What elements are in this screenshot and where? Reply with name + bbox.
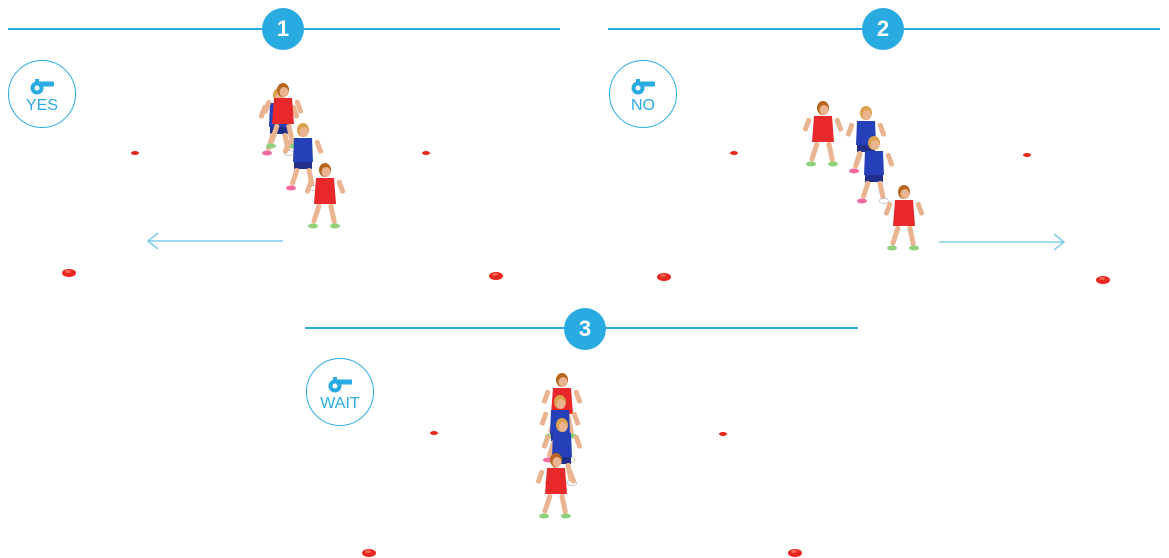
- cone-marker: [362, 549, 376, 557]
- cone-marker: [657, 273, 671, 281]
- arrow-left-icon: [146, 232, 283, 250]
- cone-marker: [719, 432, 727, 436]
- cone-marker: [489, 272, 503, 280]
- cone-marker: [62, 269, 76, 277]
- cone-marker: [422, 151, 430, 155]
- player-figure: [883, 185, 925, 251]
- drill-diagram: 1 YES 2 NO 3 WAIT: [0, 0, 1169, 558]
- player-group-3: [535, 373, 583, 519]
- cone-marker: [788, 549, 802, 557]
- cone-marker: [1023, 153, 1031, 157]
- field-artwork: [62, 83, 1110, 557]
- cone-marker: [131, 151, 139, 155]
- player-figure: [802, 101, 844, 167]
- cone-marker: [730, 151, 738, 155]
- cone-marker: [430, 431, 438, 435]
- arrow-right-icon: [939, 233, 1066, 251]
- cone-marker: [1096, 276, 1110, 284]
- player-group-2: [802, 101, 925, 251]
- player-group-1: [258, 83, 346, 229]
